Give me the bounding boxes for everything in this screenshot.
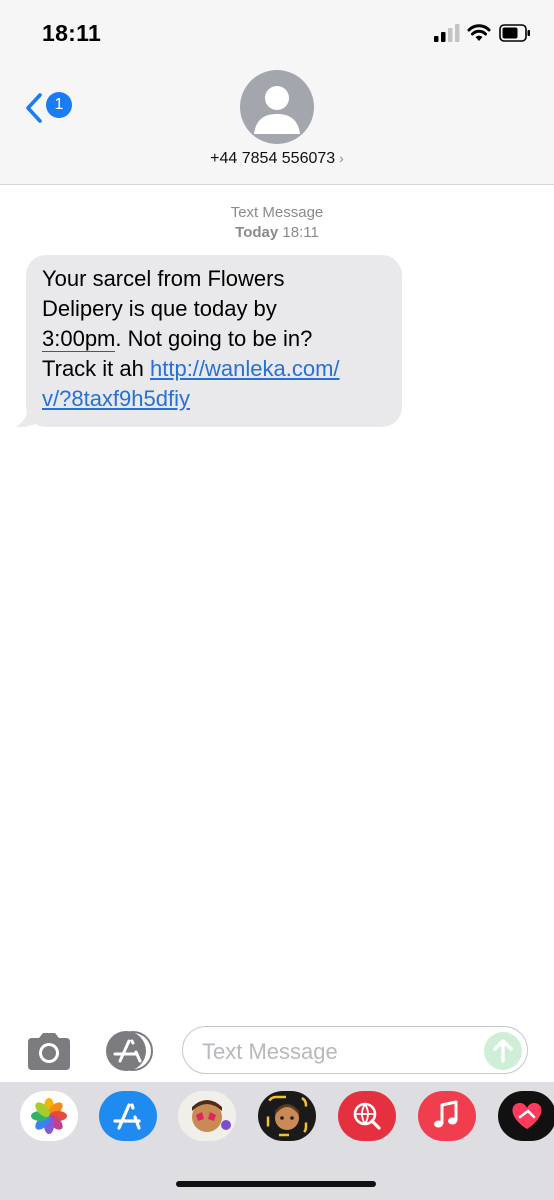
avatar[interactable] <box>240 70 314 144</box>
heart-hand-icon <box>512 1103 542 1129</box>
message-text-part: . Not going to be in? <box>115 326 313 351</box>
message-input-placeholder: Text Message <box>202 1039 338 1064</box>
photos-app-icon[interactable] <box>20 1091 78 1141</box>
music-app-icon[interactable] <box>418 1091 476 1141</box>
memoji-icon <box>266 1095 308 1137</box>
unread-badge[interactable]: 1 <box>46 92 72 118</box>
message-date: Today <box>235 224 279 241</box>
home-indicator <box>176 1181 376 1187</box>
contact-number: +44 7854 556073 <box>210 150 336 167</box>
chevron-right-icon: › <box>339 150 344 166</box>
wifi-icon <box>467 24 491 41</box>
photos-icon <box>31 1098 67 1134</box>
contact-name[interactable]: +44 7854 556073 › <box>0 150 554 168</box>
web-images-app-icon[interactable] <box>338 1091 396 1141</box>
message-text: Your sarcel from Flowers Delipery is que… <box>42 264 394 414</box>
music-note-icon <box>434 1100 458 1128</box>
cellular-signal-icon <box>434 24 460 42</box>
message-time: 18:11 <box>282 224 319 241</box>
camera-icon <box>28 1033 70 1070</box>
battery-icon <box>499 24 530 42</box>
message-service-label: Text Message <box>230 204 324 221</box>
status-time: 18:11 <box>42 20 102 46</box>
send-button[interactable] <box>484 1032 522 1070</box>
message-line: Track it ah http://wanleka.com/ <box>42 354 394 384</box>
message-text-part: Track it ah <box>42 356 150 381</box>
message-timestamp: Today 18:11 <box>0 224 554 241</box>
arrow-up-icon <box>493 1039 513 1063</box>
person-icon <box>254 86 300 134</box>
message-link[interactable]: http://wanleka.com/ <box>150 356 340 381</box>
message-line: v/?8taxf9h5dfiy <box>42 384 394 414</box>
camera-button[interactable] <box>24 1030 74 1072</box>
globe-search-icon <box>353 1102 381 1130</box>
message-line: Your sarcel from Flowers <box>42 266 285 291</box>
detected-time[interactable]: 3:00pm <box>42 326 116 352</box>
app-store-icon <box>106 1031 153 1071</box>
digital-touch-app-icon[interactable] <box>498 1091 554 1141</box>
app-store-button[interactable] <box>103 1030 157 1072</box>
memoji-stickers-icon <box>192 1100 231 1132</box>
memoji-stickers-app-icon[interactable] <box>178 1091 236 1141</box>
message-line: Delipery is que today by <box>42 296 277 321</box>
chevron-left-icon <box>26 93 42 123</box>
memoji-app-icon[interactable] <box>258 1091 316 1141</box>
app-store-icon <box>113 1103 141 1130</box>
message-link[interactable]: v/?8taxf9h5dfiy <box>42 386 190 411</box>
message-line: 3:00pm. Not going to be in? <box>42 324 394 354</box>
app-store-app-icon[interactable] <box>99 1091 157 1141</box>
